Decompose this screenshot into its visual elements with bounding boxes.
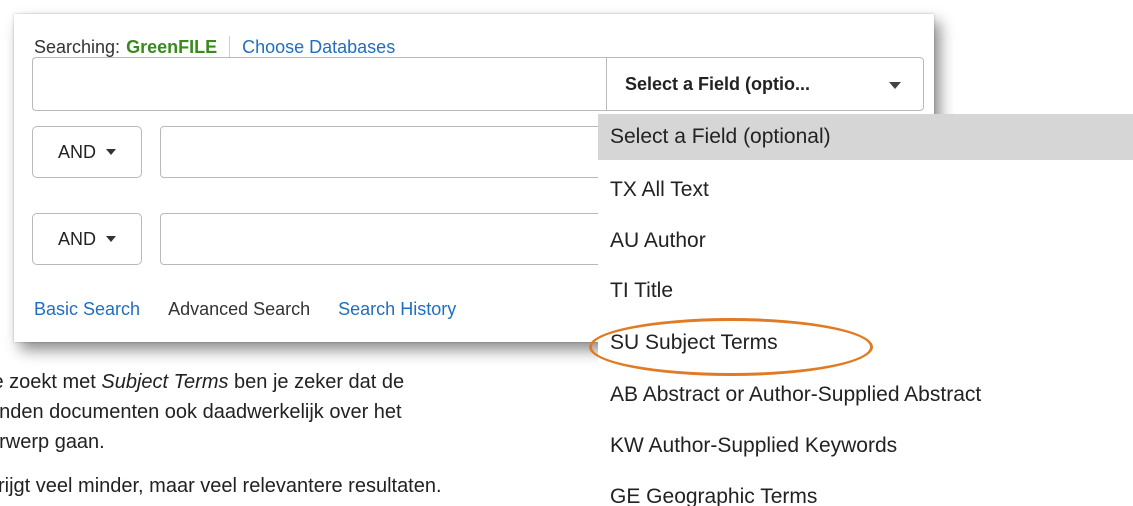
dropdown-item-au[interactable]: AU Author bbox=[598, 218, 1133, 264]
dropdown-item-label: AB Abstract or Author-Supplied Abstract bbox=[610, 383, 982, 406]
explanation-text: je zoekt met Subject Terms ben je zeker … bbox=[0, 367, 442, 501]
dropdown-item-kw[interactable]: KW Author-Supplied Keywords bbox=[598, 423, 1133, 469]
operator-label: AND bbox=[57, 228, 96, 249]
chevron-down-icon bbox=[106, 149, 116, 155]
boolean-operator-select-1[interactable]: AND bbox=[32, 126, 142, 178]
searching-row: Searching: GreenFILE Choose Databases bbox=[34, 36, 395, 58]
advanced-search-label: Advanced Search bbox=[168, 299, 311, 319]
explanation-line-4: krijgt veel minder, maar veel relevanter… bbox=[0, 475, 442, 497]
operator-label: AND bbox=[57, 141, 96, 162]
search-mode-links: Basic Search Advanced Search Search Hist… bbox=[34, 299, 484, 320]
dropdown-item-ge[interactable]: GE Geographic Terms bbox=[598, 474, 1133, 506]
subject-terms-highlight-ring bbox=[589, 318, 873, 376]
chevron-down-icon bbox=[106, 236, 116, 242]
field-dropdown-menu: Select a Field (optional) TX All Text AU… bbox=[598, 114, 1133, 506]
choose-databases-link[interactable]: Choose Databases bbox=[242, 37, 395, 58]
dropdown-item-ti[interactable]: TI Title bbox=[598, 268, 1133, 314]
searching-label: Searching: bbox=[34, 36, 121, 57]
divider bbox=[229, 36, 231, 58]
search-term-input-3[interactable] bbox=[160, 213, 610, 265]
dropdown-item-label: Select a Field (optional) bbox=[610, 125, 831, 148]
field-select-dropdown[interactable]: Select a Field (optio... bbox=[606, 57, 924, 111]
explanation-line-1: je zoekt met Subject Terms ben je zeker … bbox=[0, 371, 405, 393]
dropdown-item-label: KW Author-Supplied Keywords bbox=[610, 434, 898, 457]
dropdown-item-tx[interactable]: TX All Text bbox=[598, 167, 1133, 213]
dropdown-item-label: AU Author bbox=[610, 229, 706, 252]
explanation-line-2: onden documenten ook daadwerkelijk over … bbox=[0, 401, 402, 423]
dropdown-item-label: TX All Text bbox=[610, 178, 709, 201]
field-select-value: Select a Field (optio... bbox=[625, 73, 811, 94]
dropdown-item-ab[interactable]: AB Abstract or Author-Supplied Abstract bbox=[598, 372, 1133, 418]
dropdown-item-label: GE Geographic Terms bbox=[610, 485, 818, 506]
database-name: GreenFILE bbox=[126, 36, 218, 57]
search-term-input-2[interactable] bbox=[160, 126, 610, 178]
basic-search-link[interactable]: Basic Search bbox=[34, 299, 140, 320]
boolean-operator-select-2[interactable]: AND bbox=[32, 213, 142, 265]
dropdown-item-label: TI Title bbox=[610, 279, 674, 302]
search-history-link[interactable]: Search History bbox=[338, 299, 456, 320]
main-search-input[interactable] bbox=[32, 57, 607, 111]
dropdown-item-select-field[interactable]: Select a Field (optional) bbox=[598, 114, 1133, 160]
chevron-down-icon bbox=[889, 82, 901, 89]
explanation-line-3: erwerp gaan. bbox=[0, 431, 105, 453]
